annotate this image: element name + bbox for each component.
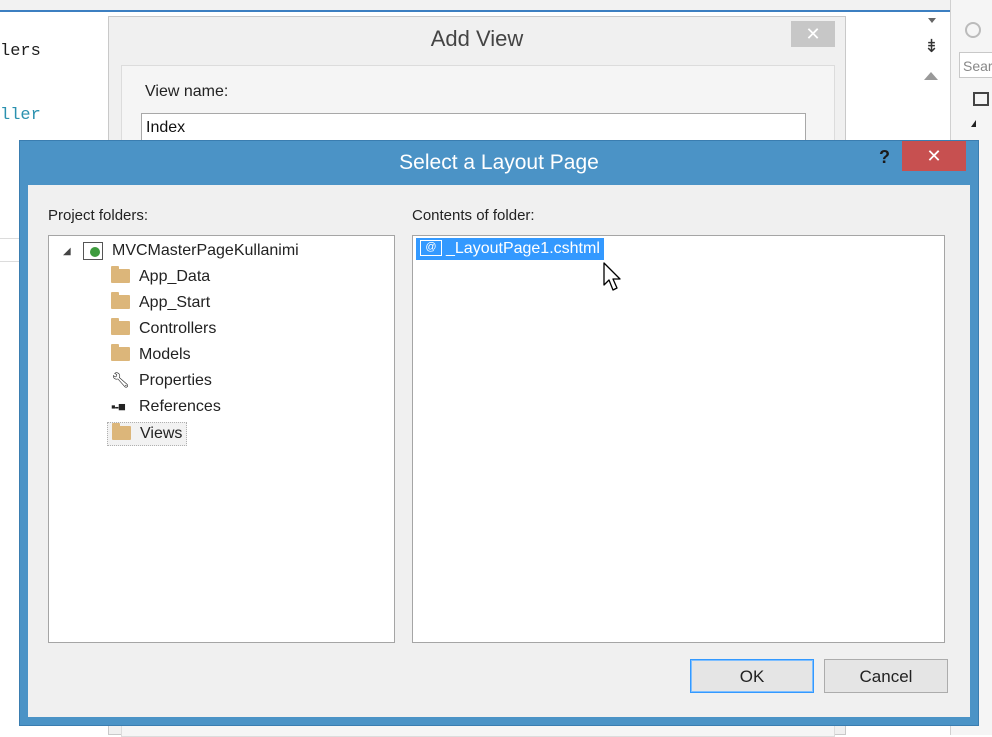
tree-item-views[interactable]: Views	[107, 422, 188, 446]
tree-item-app-start[interactable]: App_Start	[111, 291, 211, 314]
dialog-title: Select a Layout Page	[399, 151, 599, 174]
folder-label: References	[139, 398, 221, 415]
editor-divider	[0, 238, 20, 262]
close-button[interactable]: ✕	[791, 21, 835, 47]
select-layout-dialog: Select a Layout Page ? ✕ Project folders…	[19, 140, 979, 726]
dialog-title: Add View	[430, 26, 524, 51]
folder-icon	[112, 422, 131, 440]
split-icon[interactable]: ⇟	[924, 36, 939, 57]
tree-item-references[interactable]: ▪-■ References	[111, 396, 221, 418]
solution-icon	[973, 92, 989, 106]
collapse-icon[interactable]: ◢	[63, 246, 71, 257]
mouse-cursor-icon	[603, 262, 621, 291]
editor-scroll-controls[interactable]: ⇟	[918, 36, 946, 96]
editor-tab-strip	[0, 0, 950, 12]
cancel-button[interactable]: Cancel	[824, 659, 948, 693]
project-folders-label: Project folders:	[48, 207, 149, 224]
view-name-label: View name:	[145, 83, 229, 100]
folder-label: Controllers	[139, 320, 217, 337]
ok-button[interactable]: OK	[690, 659, 814, 693]
tree-item-properties[interactable]: 🔧︎ Properties	[111, 370, 212, 392]
folder-label: App_Start	[139, 294, 211, 311]
folder-icon	[111, 317, 130, 335]
folder-contents-list[interactable]: @ _LayoutPage1.cshtml	[412, 235, 945, 643]
code-line: lers	[0, 42, 41, 61]
folder-icon	[111, 343, 130, 361]
project-folders-tree[interactable]: ◢ MVCMasterPageKullanimi App_Data App_St…	[48, 235, 395, 643]
dialog-body: Project folders: Contents of folder: ◢ M…	[28, 185, 970, 717]
file-item-layoutpage1[interactable]: @ _LayoutPage1.cshtml	[416, 238, 604, 260]
folder-label: App_Data	[139, 268, 211, 285]
web-project-icon	[83, 241, 103, 260]
file-label: _LayoutPage1.cshtml	[446, 240, 600, 257]
scroll-up-icon[interactable]	[924, 72, 938, 80]
view-name-input[interactable]: Index	[141, 113, 806, 143]
tree-item-project[interactable]: MVCMasterPageKullanimi	[83, 240, 299, 262]
tree-item-controllers[interactable]: Controllers	[111, 317, 217, 340]
folder-label: Models	[139, 346, 191, 363]
search-input[interactable]: Sear	[959, 52, 992, 78]
wrench-icon: 🔧︎	[111, 372, 131, 389]
razor-file-icon: @	[420, 239, 442, 256]
folder-label: Views	[140, 425, 183, 442]
back-icon[interactable]	[965, 22, 981, 38]
contents-of-folder-label: Contents of folder:	[412, 207, 535, 224]
folder-label: Properties	[139, 372, 212, 389]
folder-icon	[111, 291, 130, 309]
tree-item-app-data[interactable]: App_Data	[111, 265, 211, 288]
help-button[interactable]: ?	[879, 147, 890, 168]
dropdown-arrow-icon[interactable]	[928, 18, 936, 23]
project-label: MVCMasterPageKullanimi	[112, 242, 299, 259]
references-icon: ▪-■	[111, 399, 126, 414]
code-line: ller	[0, 106, 41, 125]
close-button[interactable]: ✕	[902, 141, 966, 171]
folder-icon	[111, 265, 130, 283]
tree-item-models[interactable]: Models	[111, 343, 191, 366]
expand-icon[interactable]	[971, 120, 976, 127]
